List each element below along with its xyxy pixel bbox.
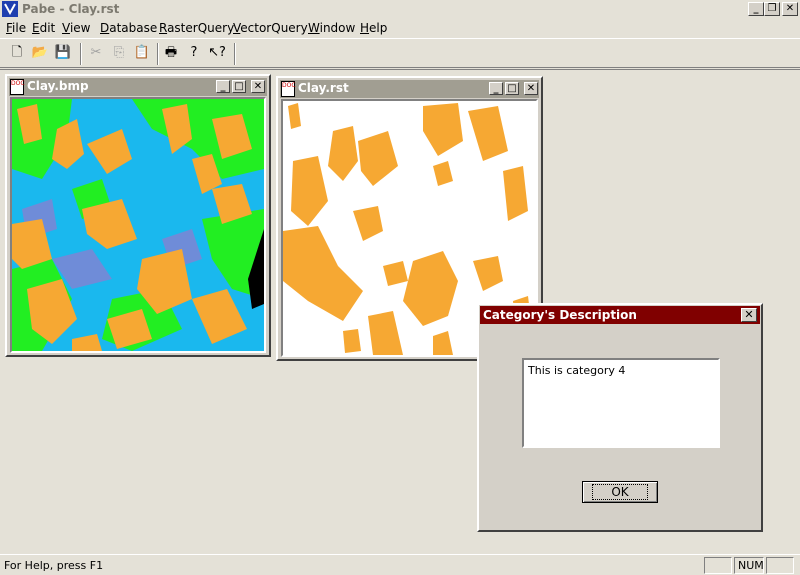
dialog-title: Category's Description xyxy=(483,308,637,322)
restore-icon: ❐ xyxy=(767,3,777,14)
copy-button[interactable]: ⎘ xyxy=(108,43,130,65)
dialog-close-button[interactable]: ✕ xyxy=(741,308,757,322)
cut-button[interactable]: ✂ xyxy=(85,43,107,65)
mdi-workspace: DOC Clay.bmp _ □ ✕ DOC Clay.rst _ □ ✕ Ca… xyxy=(0,69,800,553)
document-icon: DOC xyxy=(10,79,25,95)
minimize-button[interactable]: _ xyxy=(748,2,764,16)
menu-edit[interactable]: Edit xyxy=(32,21,55,35)
clay-rst-title-bar[interactable]: DOC Clay.rst _ □ ✕ xyxy=(280,80,539,98)
app-title: Pabe - Clay.rst xyxy=(22,2,120,16)
close-icon: ✕ xyxy=(253,81,263,92)
menu-view[interactable]: View xyxy=(62,21,90,35)
ok-button[interactable]: OK xyxy=(582,481,658,503)
cut-icon: ✂ xyxy=(90,45,102,60)
menu-bar: File Edit View Database RasterQuery Vect… xyxy=(0,19,800,37)
maximize-icon: □ xyxy=(507,83,517,94)
description-textbox[interactable]: This is category 4 xyxy=(522,358,720,448)
document-icon: DOC xyxy=(281,81,296,97)
clay-bmp-title-bar[interactable]: DOC Clay.bmp _ □ ✕ xyxy=(9,78,267,96)
new-file-button[interactable]: 🗋 xyxy=(6,43,28,65)
clay-bmp-maximize-button[interactable]: □ xyxy=(232,80,246,93)
toolbar: 🗋 📂 💾 ✂ ⎘ 📋 🖶 ? ↖? xyxy=(0,38,800,68)
category-description-dialog[interactable]: Category's Description ✕ This is categor… xyxy=(477,303,763,532)
clay-bmp-window[interactable]: DOC Clay.bmp _ □ ✕ xyxy=(5,74,271,357)
clay-bmp-close-button[interactable]: ✕ xyxy=(251,80,265,93)
clay-bmp-map[interactable] xyxy=(10,97,266,353)
minimize-icon: _ xyxy=(753,3,759,14)
toolbar-separator xyxy=(80,43,82,65)
save-icon: 💾 xyxy=(54,45,72,60)
copy-icon: ⎘ xyxy=(113,45,125,60)
context-help-icon: ↖? xyxy=(208,45,226,60)
menu-window[interactable]: Window xyxy=(308,21,355,35)
clay-bmp-minimize-button[interactable]: _ xyxy=(216,80,230,93)
paste-icon: 📋 xyxy=(133,45,151,60)
clay-bmp-title: Clay.bmp xyxy=(27,79,89,93)
toolbar-separator xyxy=(234,43,236,65)
clay-rst-title: Clay.rst xyxy=(298,81,349,95)
menu-rasterquery[interactable]: RasterQuery xyxy=(159,21,234,35)
ok-button-label: OK xyxy=(592,484,648,500)
minimize-icon: _ xyxy=(493,83,499,94)
help-icon: ? xyxy=(190,45,198,60)
help-button[interactable]: ? xyxy=(183,43,205,65)
app-icon xyxy=(2,1,18,17)
status-pane-cap xyxy=(704,557,732,574)
menu-file[interactable]: File xyxy=(6,21,26,35)
status-help-text: For Help, press F1 xyxy=(4,559,104,572)
new-file-icon: 🗋 xyxy=(11,45,23,60)
status-bar: For Help, press F1 NUM xyxy=(0,554,800,575)
restore-button[interactable]: ❐ xyxy=(764,2,780,16)
status-pane-num: NUM xyxy=(734,557,764,574)
open-button[interactable]: 📂 xyxy=(29,43,51,65)
menu-vectorquery[interactable]: VectorQuery xyxy=(233,21,308,35)
close-button[interactable]: ✕ xyxy=(782,2,798,16)
clay-rst-close-button[interactable]: ✕ xyxy=(524,82,538,95)
print-button[interactable]: 🖶 xyxy=(160,43,182,65)
context-help-button[interactable]: ↖? xyxy=(206,43,228,65)
status-pane-scrl xyxy=(766,557,794,574)
minimize-icon: _ xyxy=(220,81,226,92)
menu-database[interactable]: Database xyxy=(100,21,157,35)
toolbar-separator xyxy=(157,43,159,65)
clay-rst-maximize-button[interactable]: □ xyxy=(505,82,519,95)
paste-button[interactable]: 📋 xyxy=(131,43,153,65)
clay-rst-minimize-button[interactable]: _ xyxy=(489,82,503,95)
maximize-icon: □ xyxy=(234,81,244,92)
app-title-bar: Pabe - Clay.rst _ ❐ ✕ xyxy=(0,0,800,19)
open-folder-icon: 📂 xyxy=(31,45,49,60)
close-icon: ✕ xyxy=(526,83,536,94)
clay-bmp-raster[interactable] xyxy=(12,99,264,351)
close-icon: ✕ xyxy=(785,3,795,14)
close-icon: ✕ xyxy=(744,308,754,321)
menu-help[interactable]: Help xyxy=(360,21,387,35)
save-button[interactable]: 💾 xyxy=(52,43,74,65)
print-icon: 🖶 xyxy=(164,45,178,60)
dialog-title-bar[interactable]: Category's Description ✕ xyxy=(480,306,760,324)
